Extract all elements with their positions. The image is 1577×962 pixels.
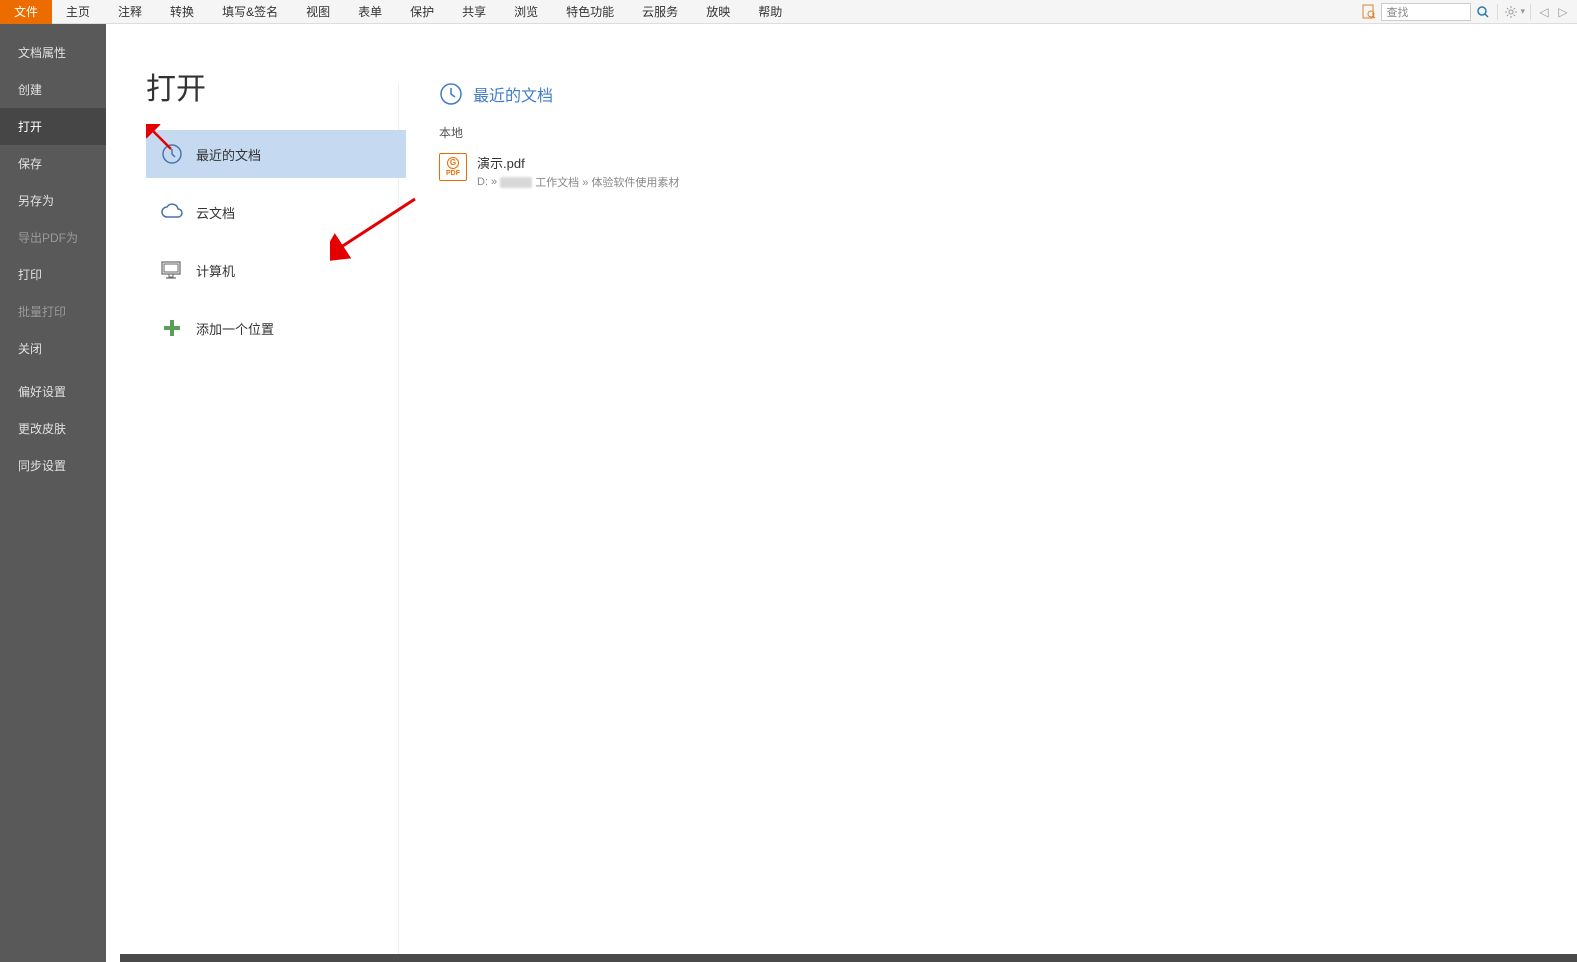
sidebar-item-print[interactable]: 打印 [0,256,106,293]
menu-form[interactable]: 表单 [344,0,396,24]
location-computer[interactable]: 计算机 [146,246,406,294]
menu-share[interactable]: 共享 [448,0,500,24]
location-cloud[interactable]: 云文档 [146,188,406,236]
sidebar-item-saveas[interactable]: 另存为 [0,182,106,219]
menu-file[interactable]: 文件 [0,0,52,24]
nav-next-icon[interactable]: ▷ [1555,3,1571,21]
menu-convert[interactable]: 转换 [156,0,208,24]
sidebar-item-export[interactable]: 导出PDF为 [0,219,106,256]
recent-header: 最近的文档 [439,82,1577,106]
content-area: 打开 最近的文档 云文档 [106,24,1577,962]
menu-annotate[interactable]: 注释 [104,0,156,24]
search-input[interactable]: 查找 [1381,3,1471,21]
sidebar-item-create[interactable]: 创建 [0,71,106,108]
menu-cloud[interactable]: 云服务 [628,0,692,24]
location-add[interactable]: 添加一个位置 [146,304,406,352]
file-sidebar: 文档属性 创建 打开 保存 另存为 导出PDF为 打印 批量打印 关闭 偏好设置… [0,24,106,962]
sidebar-item-sync[interactable]: 同步设置 [0,447,106,484]
pdf-file-icon: G PDF [439,153,467,181]
sidebar-item-properties[interactable]: 文档属性 [0,34,106,71]
menu-features[interactable]: 特色功能 [552,0,628,24]
menu-fillsign[interactable]: 填写&签名 [208,0,292,24]
cloud-icon [160,200,184,224]
bottom-strip [120,954,1577,962]
clock-icon [160,142,184,166]
menu-home[interactable]: 主页 [52,0,104,24]
location-computer-label: 计算机 [196,261,235,280]
menu-slideshow[interactable]: 放映 [692,0,744,24]
top-menu-bar: 文件 主页 注释 转换 填写&签名 视图 表单 保护 共享 浏览 特色功能 云服… [0,0,1577,24]
page-title: 打开 [146,64,406,108]
sidebar-item-close[interactable]: 关闭 [0,330,106,367]
recent-header-text: 最近的文档 [473,82,553,106]
sidebar-item-open[interactable]: 打开 [0,108,106,145]
location-recent[interactable]: 最近的文档 [146,130,406,178]
recent-column: 最近的文档 本地 G PDF 演示.pdf D: » 工作文档 » 体验软件使用… [398,84,1577,962]
blurred-text [500,177,532,188]
menu-help[interactable]: 帮助 [744,0,796,24]
menu-protect[interactable]: 保护 [396,0,448,24]
search-icon[interactable] [1474,3,1492,21]
locations-column: 打开 最近的文档 云文档 [106,24,406,962]
recent-file-path: D: » 工作文档 » 体验软件使用素材 [477,174,679,190]
plus-icon [160,316,184,340]
top-right-tools: 查找 ▾ ◁ ▷ [1360,0,1577,23]
location-add-label: 添加一个位置 [196,319,274,338]
nav-prev-icon[interactable]: ◁ [1536,3,1552,21]
recent-section-label: 本地 [439,124,1577,141]
sidebar-item-batchprint[interactable]: 批量打印 [0,293,106,330]
gear-dropdown-icon[interactable]: ▾ [1520,6,1525,17]
recent-file-name: 演示.pdf [477,153,679,172]
sidebar-item-skin[interactable]: 更改皮肤 [0,410,106,447]
computer-icon [160,258,184,282]
sidebar-item-save[interactable]: 保存 [0,145,106,182]
menu-view[interactable]: 视图 [292,0,344,24]
recent-file-row[interactable]: G PDF 演示.pdf D: » 工作文档 » 体验软件使用素材 [439,149,1577,194]
gear-icon[interactable] [1503,3,1519,21]
menu-browse[interactable]: 浏览 [500,0,552,24]
find-page-icon[interactable] [1360,3,1378,21]
clock-icon [439,82,463,106]
sidebar-item-preferences[interactable]: 偏好设置 [0,373,106,410]
location-recent-label: 最近的文档 [196,145,261,164]
location-cloud-label: 云文档 [196,203,235,222]
